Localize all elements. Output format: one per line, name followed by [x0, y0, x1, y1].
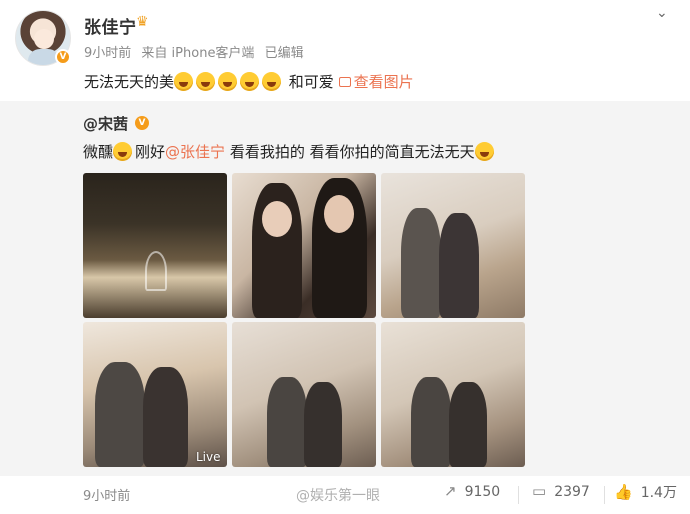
photo-3[interactable]: [381, 173, 525, 318]
person-figure: [449, 382, 487, 467]
post-text-prefix: 无法无天的美: [84, 73, 175, 91]
divider: [518, 486, 519, 504]
face: [324, 195, 354, 233]
person-figure: [267, 377, 307, 467]
person-figure: [411, 377, 451, 467]
divider: [604, 486, 605, 504]
laughing-emoji-icon: [262, 72, 282, 91]
repost-author[interactable]: @宋茜: [83, 113, 128, 134]
like-button[interactable]: 👍 1.4万: [614, 482, 677, 502]
photo-1[interactable]: [83, 173, 227, 318]
post-footer: 9小时前 @娱乐第一眼 ↗ 9150 ▭ 2397 👍 1.4万: [0, 476, 690, 514]
person-figure: [401, 208, 441, 318]
comment-icon: ▭: [532, 482, 547, 500]
view-pictures-link[interactable]: 查看图片: [338, 73, 414, 91]
post-text-suffix: 和可爱: [288, 73, 334, 91]
repost-text-prefix: 微醺: [83, 143, 114, 161]
person-figure: [95, 362, 145, 467]
post-meta: 9小时前 来自 iPhone客户端 已编辑: [84, 42, 310, 61]
laughing-emoji-icon: [218, 72, 238, 91]
person-figure: [304, 382, 342, 467]
avatar-face: [34, 29, 54, 49]
mention-link[interactable]: @张佳宁: [165, 143, 225, 161]
person-figure: [439, 213, 479, 318]
photo-5[interactable]: [232, 322, 376, 467]
crown-icon: ♛: [136, 14, 149, 30]
share-icon: ↗: [444, 482, 457, 500]
photo-4[interactable]: Live: [83, 322, 227, 467]
photo-2[interactable]: [232, 173, 376, 318]
repost-box[interactable]: @宋茜 V 微醺 刚好@张佳宁 看看我拍的 看看你拍的简直无法无天 Live: [0, 101, 690, 476]
thumbs-up-icon: 👍: [614, 483, 633, 501]
post-time[interactable]: 9小时前: [84, 46, 131, 61]
like-count: 1.4万: [640, 485, 677, 501]
view-pictures-label: 查看图片: [353, 73, 414, 91]
weibo-post: V 张佳宁 ♛ ⌄ 9小时前 来自 iPhone客户端 已编辑 无法无天的美 和…: [0, 0, 690, 514]
tongue-emoji-icon: [474, 142, 494, 161]
wine-glass: [145, 251, 167, 291]
photo-grid: Live: [83, 173, 526, 467]
laughing-emoji-icon: [196, 72, 216, 91]
verified-badge-icon: V: [55, 49, 71, 65]
live-label: Live: [196, 450, 221, 464]
comment-count: 2397: [554, 484, 590, 500]
person-figure: [143, 367, 188, 467]
repost-text-mid: 刚好: [135, 143, 166, 161]
tipsy-emoji-icon: [113, 142, 133, 161]
comment-button[interactable]: ▭ 2397: [532, 482, 590, 500]
edited-label[interactable]: 已编辑: [265, 46, 304, 61]
laughing-emoji-icon: [240, 72, 260, 91]
author-name[interactable]: 张佳宁: [84, 13, 137, 38]
repost-time[interactable]: 9小时前: [83, 485, 130, 504]
verified-badge-icon: V: [135, 116, 149, 130]
share-count: 9150: [464, 484, 501, 500]
picture-icon: [338, 77, 351, 87]
repost-text-suffix: 看看我拍的 看看你拍的简直无法无天: [225, 143, 475, 161]
face: [262, 201, 292, 237]
photo-6[interactable]: [381, 322, 525, 467]
laughing-emoji-icon: [174, 72, 194, 91]
repost-text: 微醺 刚好@张佳宁 看看我拍的 看看你拍的简直无法无天: [83, 141, 497, 162]
chevron-down-icon[interactable]: ⌄: [656, 5, 668, 21]
post-source: 来自 iPhone客户端: [141, 46, 255, 61]
watermark: @娱乐第一眼: [296, 488, 380, 504]
post-text: 无法无天的美 和可爱 查看图片: [84, 71, 414, 92]
share-button[interactable]: ↗ 9150: [444, 482, 500, 500]
